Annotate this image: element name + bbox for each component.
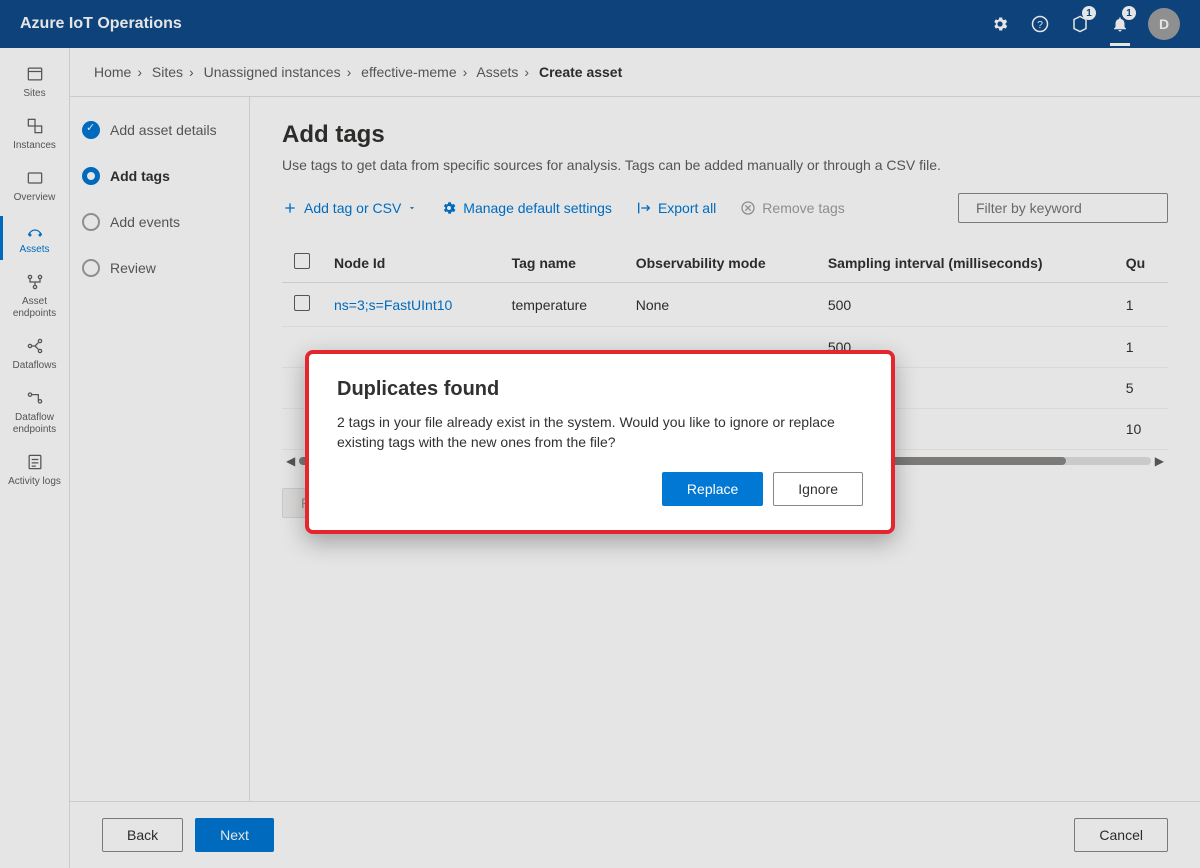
duplicates-modal: Duplicates found 2 tags in your file alr… bbox=[305, 350, 895, 534]
modal-body: 2 tags in your file already exist in the… bbox=[337, 413, 863, 452]
ignore-button[interactable]: Ignore bbox=[773, 472, 863, 506]
modal-overlay: Duplicates found 2 tags in your file alr… bbox=[0, 0, 1200, 868]
replace-button[interactable]: Replace bbox=[662, 472, 763, 506]
modal-title: Duplicates found bbox=[337, 378, 863, 401]
